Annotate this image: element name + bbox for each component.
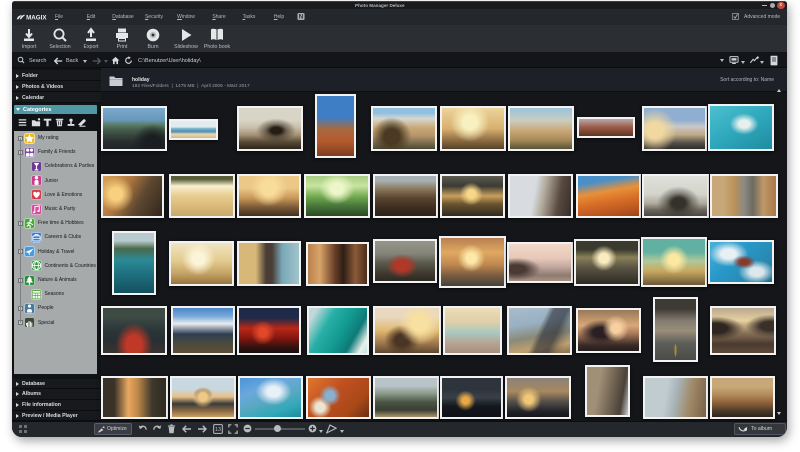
svg-text:13: 13 [215, 427, 221, 433]
svg-text:N: N [299, 14, 304, 21]
